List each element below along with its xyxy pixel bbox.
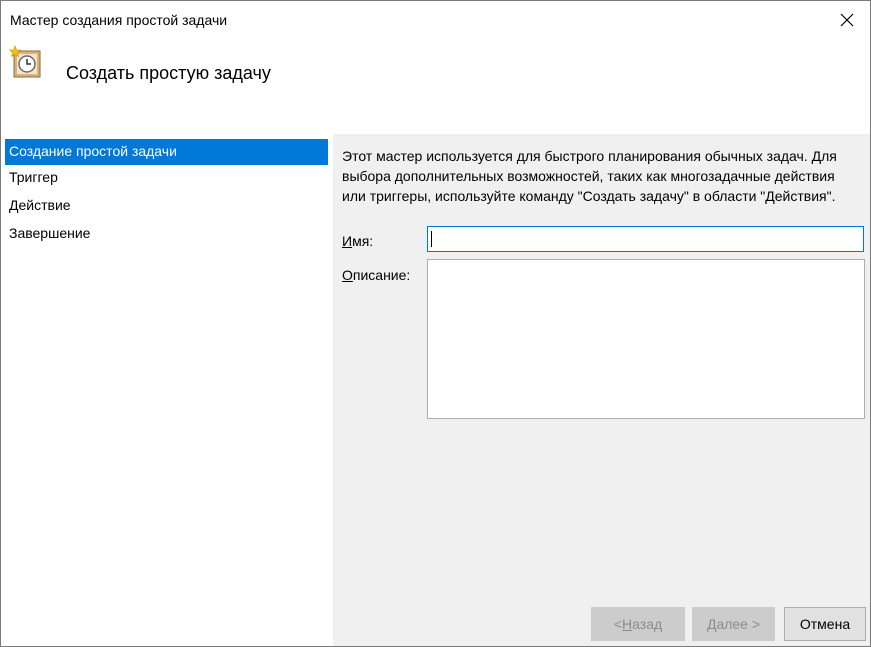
close-button[interactable] xyxy=(824,1,870,39)
cancel-button[interactable]: Отмена xyxy=(784,607,866,641)
window-title: Мастер создания простой задачи xyxy=(10,12,228,28)
wizard-steps-panel: Создание простой задачи Триггер Действие… xyxy=(1,134,333,646)
wizard-window: Мастер создания простой задачи Создать п… xyxy=(0,0,871,647)
text-cursor xyxy=(431,231,432,247)
description-input[interactable] xyxy=(427,259,865,419)
page-title: Создать простую задачу xyxy=(66,63,271,83)
next-button[interactable]: Далее > xyxy=(692,607,775,641)
name-input[interactable] xyxy=(427,226,864,252)
step-finish[interactable]: Завершение xyxy=(5,221,328,247)
step-create-basic-task[interactable]: Создание простой задачи xyxy=(5,139,328,165)
wizard-header: Создать простую задачу xyxy=(1,39,870,134)
wizard-description: Этот мастер используется для быстрого пл… xyxy=(342,148,837,204)
close-icon xyxy=(840,13,854,27)
scheduled-task-clock-icon xyxy=(8,45,41,78)
description-label: Описание: xyxy=(342,267,411,283)
name-label: Имя: xyxy=(342,233,374,249)
wizard-content: Этот мастер используется для быстрого пл… xyxy=(333,134,870,646)
step-action[interactable]: Действие xyxy=(5,193,328,219)
title-bar[interactable]: Мастер создания простой задачи xyxy=(1,1,870,39)
back-button[interactable]: < Назад xyxy=(591,607,685,641)
step-trigger[interactable]: Триггер xyxy=(5,165,328,191)
